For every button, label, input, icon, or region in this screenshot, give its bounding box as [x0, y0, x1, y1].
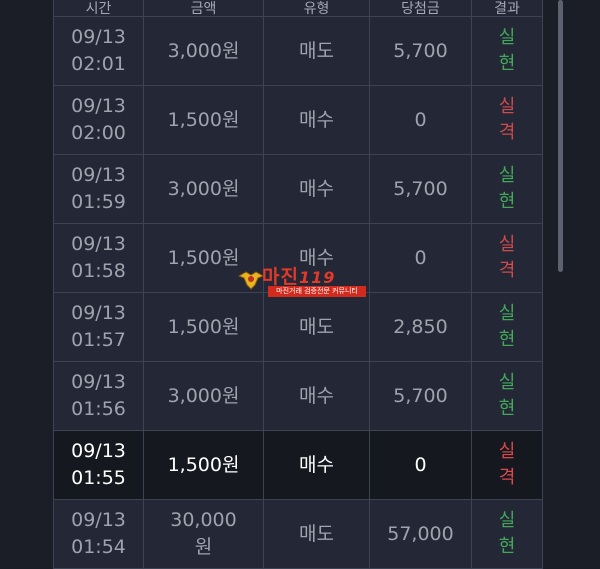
result-cell: 실현	[472, 500, 542, 568]
payout-cell: 5,700	[370, 155, 472, 223]
type-cell: 매도	[264, 293, 370, 361]
result-char-2: 현	[498, 329, 516, 350]
result-char-1: 실	[498, 96, 516, 117]
header-payout: 당첨금	[370, 0, 472, 17]
date-text: 09/13	[71, 371, 126, 393]
result-char-1: 실	[498, 441, 516, 462]
result-char-1: 실	[498, 234, 516, 255]
watermark-brand-text: 마진	[262, 266, 299, 288]
time-text: 01:54	[71, 536, 126, 558]
result-char-1: 실	[498, 303, 516, 324]
payout-cell: 57,000	[370, 500, 472, 568]
result-char-1: 실	[498, 510, 516, 531]
time-text: 01:58	[71, 260, 126, 282]
result-cell: 실격	[472, 431, 542, 499]
result-char-2: 격	[498, 467, 516, 488]
result-cell: 실현	[472, 362, 542, 430]
amount-cell: 1,500원	[144, 293, 264, 361]
result-char-1: 실	[498, 165, 516, 186]
amount-unit: 원	[194, 536, 213, 558]
result-char-1: 실	[498, 372, 516, 393]
amount-number: 30,000	[170, 509, 237, 531]
header-type: 유형	[264, 0, 370, 17]
eagle-emblem-icon	[238, 271, 264, 290]
type-cell: 매수	[264, 362, 370, 430]
result-char-2: 현	[498, 191, 516, 212]
time-cell: 09/13 01:55	[54, 431, 144, 499]
result-cell: 실격	[472, 86, 542, 154]
amount-cell: 3,000원	[144, 155, 264, 223]
type-cell: 매수	[264, 431, 370, 499]
time-cell: 09/13 02:01	[54, 17, 144, 85]
type-cell: 매도	[264, 500, 370, 568]
amount-cell: 30,000 원	[144, 500, 264, 568]
date-text: 09/13	[71, 509, 126, 531]
result-cell: 실현	[472, 17, 542, 85]
table-row[interactable]: 09/13 01:54 30,000 원 매도 57,000 실현	[54, 500, 542, 569]
header-time: 시간	[54, 0, 144, 17]
amount-cell: 3,000원	[144, 17, 264, 85]
time-text: 01:55	[71, 467, 126, 489]
table-row[interactable]: 09/13 01:56 3,000원 매수 5,700 실현	[54, 362, 542, 431]
date-text: 09/13	[71, 164, 126, 186]
time-text: 02:00	[71, 122, 126, 144]
date-text: 09/13	[71, 26, 126, 48]
date-text: 09/13	[71, 233, 126, 255]
vertical-scrollbar-thumb[interactable]	[558, 0, 563, 272]
result-char-2: 현	[498, 398, 516, 419]
table-header: 시간 금액 유형 당첨금 결과	[54, 0, 542, 17]
table-row[interactable]: 09/13 01:57 1,500원 매도 2,850 실현	[54, 293, 542, 362]
result-cell: 실현	[472, 155, 542, 223]
header-amount: 금액	[144, 0, 264, 17]
payout-cell: 0	[370, 86, 472, 154]
time-cell: 09/13 01:54	[54, 500, 144, 568]
result-char-2: 현	[498, 53, 516, 74]
result-char-2: 격	[498, 122, 516, 143]
payout-cell: 5,700	[370, 362, 472, 430]
table-row-highlighted[interactable]: 09/13 01:55 1,500원 매수 0 실격	[54, 431, 542, 500]
time-cell: 09/13 01:56	[54, 362, 144, 430]
date-text: 09/13	[71, 302, 126, 324]
amount-cell: 1,500원	[144, 86, 264, 154]
watermark-tagline: 마진거래 검증전문 커뮤니티	[268, 286, 366, 297]
result-cell: 실격	[472, 224, 542, 292]
table-row[interactable]: 09/13 01:59 3,000원 매수 5,700 실현	[54, 155, 542, 224]
result-char-2: 격	[498, 260, 516, 281]
payout-cell: 0	[370, 224, 472, 292]
type-cell: 매도	[264, 17, 370, 85]
time-cell: 09/13 01:58	[54, 224, 144, 292]
table-row[interactable]: 09/13 02:00 1,500원 매수 0 실격	[54, 86, 542, 155]
table-row[interactable]: 09/13 02:01 3,000원 매도 5,700 실현	[54, 17, 542, 86]
amount-cell: 1,500원	[144, 431, 264, 499]
date-text: 09/13	[71, 440, 126, 462]
time-cell: 09/13 02:00	[54, 86, 144, 154]
time-cell: 09/13 01:57	[54, 293, 144, 361]
time-text: 01:59	[71, 191, 126, 213]
watermark-brand: 마진119	[262, 262, 335, 289]
header-result: 결과	[494, 1, 520, 17]
time-cell: 09/13 01:59	[54, 155, 144, 223]
payout-cell: 2,850	[370, 293, 472, 361]
time-text: 02:01	[71, 53, 126, 75]
result-char-2: 현	[498, 536, 516, 557]
payout-cell: 0	[370, 431, 472, 499]
result-char-1: 실	[498, 27, 516, 48]
time-text: 01:57	[71, 329, 126, 351]
type-cell: 매수	[264, 155, 370, 223]
payout-cell: 5,700	[370, 17, 472, 85]
amount-cell: 3,000원	[144, 362, 264, 430]
date-text: 09/13	[71, 95, 126, 117]
result-cell: 실현	[472, 293, 542, 361]
time-text: 01:56	[71, 398, 126, 420]
watermark-brand-number: 119	[298, 268, 336, 287]
type-cell: 매수	[264, 86, 370, 154]
